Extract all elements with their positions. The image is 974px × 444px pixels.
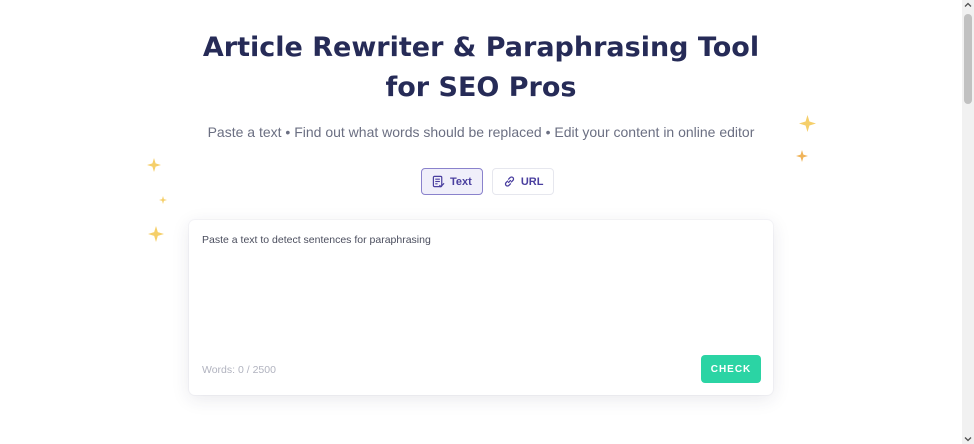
- word-count: Words: 0 / 2500: [202, 364, 276, 376]
- scroll-down-arrow-icon[interactable]: [964, 435, 972, 443]
- main-content: Article Rewriter & Paraphrasing Tool for…: [0, 0, 962, 444]
- tab-text-label: Text: [450, 175, 472, 188]
- vertical-scrollbar[interactable]: [962, 0, 974, 444]
- sparkle-icon: [796, 150, 808, 162]
- tab-url-label: URL: [520, 175, 544, 188]
- check-button[interactable]: CHECK: [701, 355, 761, 383]
- input-mode-tabs: Text URL: [421, 168, 555, 195]
- page-title: Article Rewriter & Paraphrasing Tool for…: [202, 32, 760, 103]
- scroll-up-arrow-icon[interactable]: [964, 1, 972, 9]
- sparkle-icon: [799, 115, 816, 132]
- tab-url[interactable]: URL: [491, 168, 555, 195]
- sparkle-icon: [147, 158, 161, 172]
- link-icon: [504, 176, 514, 187]
- scrollbar-thumb[interactable]: [964, 14, 972, 104]
- sparkle-icon: [148, 226, 164, 242]
- sparkle-icon: [159, 196, 167, 204]
- page-subtitle: Paste a text • Find out what words shoul…: [207, 124, 755, 140]
- tab-text[interactable]: Text: [421, 168, 483, 195]
- editor-card: Words: 0 / 2500 CHECK: [189, 220, 773, 395]
- text-input[interactable]: [202, 234, 762, 344]
- text-document-icon: [432, 175, 445, 188]
- page: Article Rewriter & Paraphrasing Tool for…: [0, 0, 974, 444]
